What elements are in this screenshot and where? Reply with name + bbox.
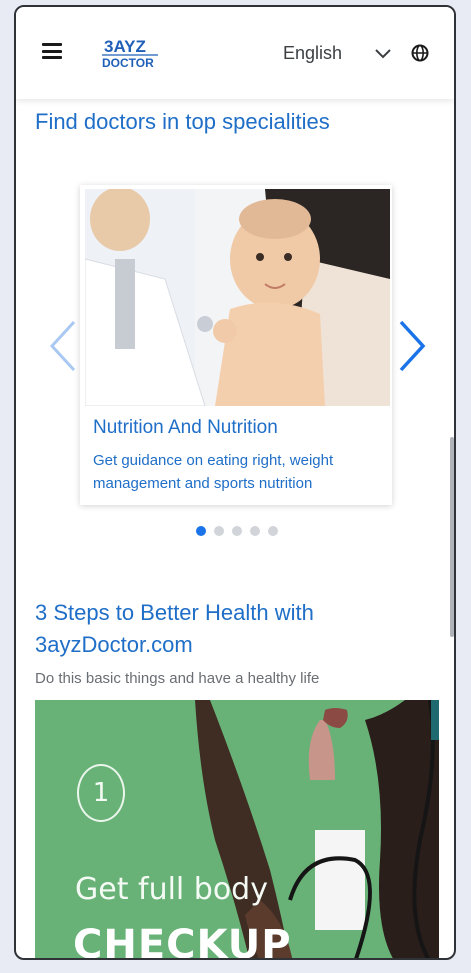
language-select-label[interactable]: English (283, 43, 342, 64)
health-steps-heading: 3 Steps to Better Health with 3ayzDoctor… (35, 600, 314, 657)
chevron-left-icon[interactable] (48, 319, 78, 373)
svg-text:DOCTOR: DOCTOR (102, 56, 154, 70)
app-header: 3AYZ DOCTOR English (16, 7, 454, 99)
promo-text-line1: Get full body (75, 872, 268, 907)
speciality-card[interactable]: Nutrition And Nutrition Get guidance on … (80, 185, 392, 505)
chevron-down-icon[interactable] (374, 47, 392, 59)
step-number-badge: 1 (77, 764, 125, 822)
speciality-card-image (85, 189, 390, 406)
chevron-right-icon[interactable] (397, 319, 427, 373)
scrollbar[interactable] (450, 437, 454, 637)
health-steps-subtitle: Do this basic things and have a healthy … (35, 670, 320, 687)
carousel-dot[interactable] (232, 526, 242, 536)
checkup-promo-image: 1 Get full body CHECKUP (35, 700, 439, 960)
carousel-dot[interactable] (196, 526, 206, 536)
checkup-promo-illustration (195, 700, 439, 958)
svg-text:3AYZ: 3AYZ (104, 37, 146, 56)
specialities-heading: Find doctors in top specialities (35, 109, 330, 134)
carousel-dot[interactable] (268, 526, 278, 536)
carousel-dot[interactable] (214, 526, 224, 536)
promo-text-line2: CHECKUP (73, 922, 292, 960)
speciality-card-description: Get guidance on eating right, weight man… (93, 452, 334, 492)
menu-icon[interactable] (42, 43, 62, 59)
phone-frame: 3AYZ DOCTOR English Find doctors in top … (14, 5, 456, 960)
logo[interactable]: 3AYZ DOCTOR (102, 35, 162, 73)
globe-icon[interactable] (411, 44, 429, 62)
speciality-card-title: Nutrition And Nutrition (93, 417, 278, 438)
carousel-dots (196, 526, 278, 536)
carousel-dot[interactable] (250, 526, 260, 536)
